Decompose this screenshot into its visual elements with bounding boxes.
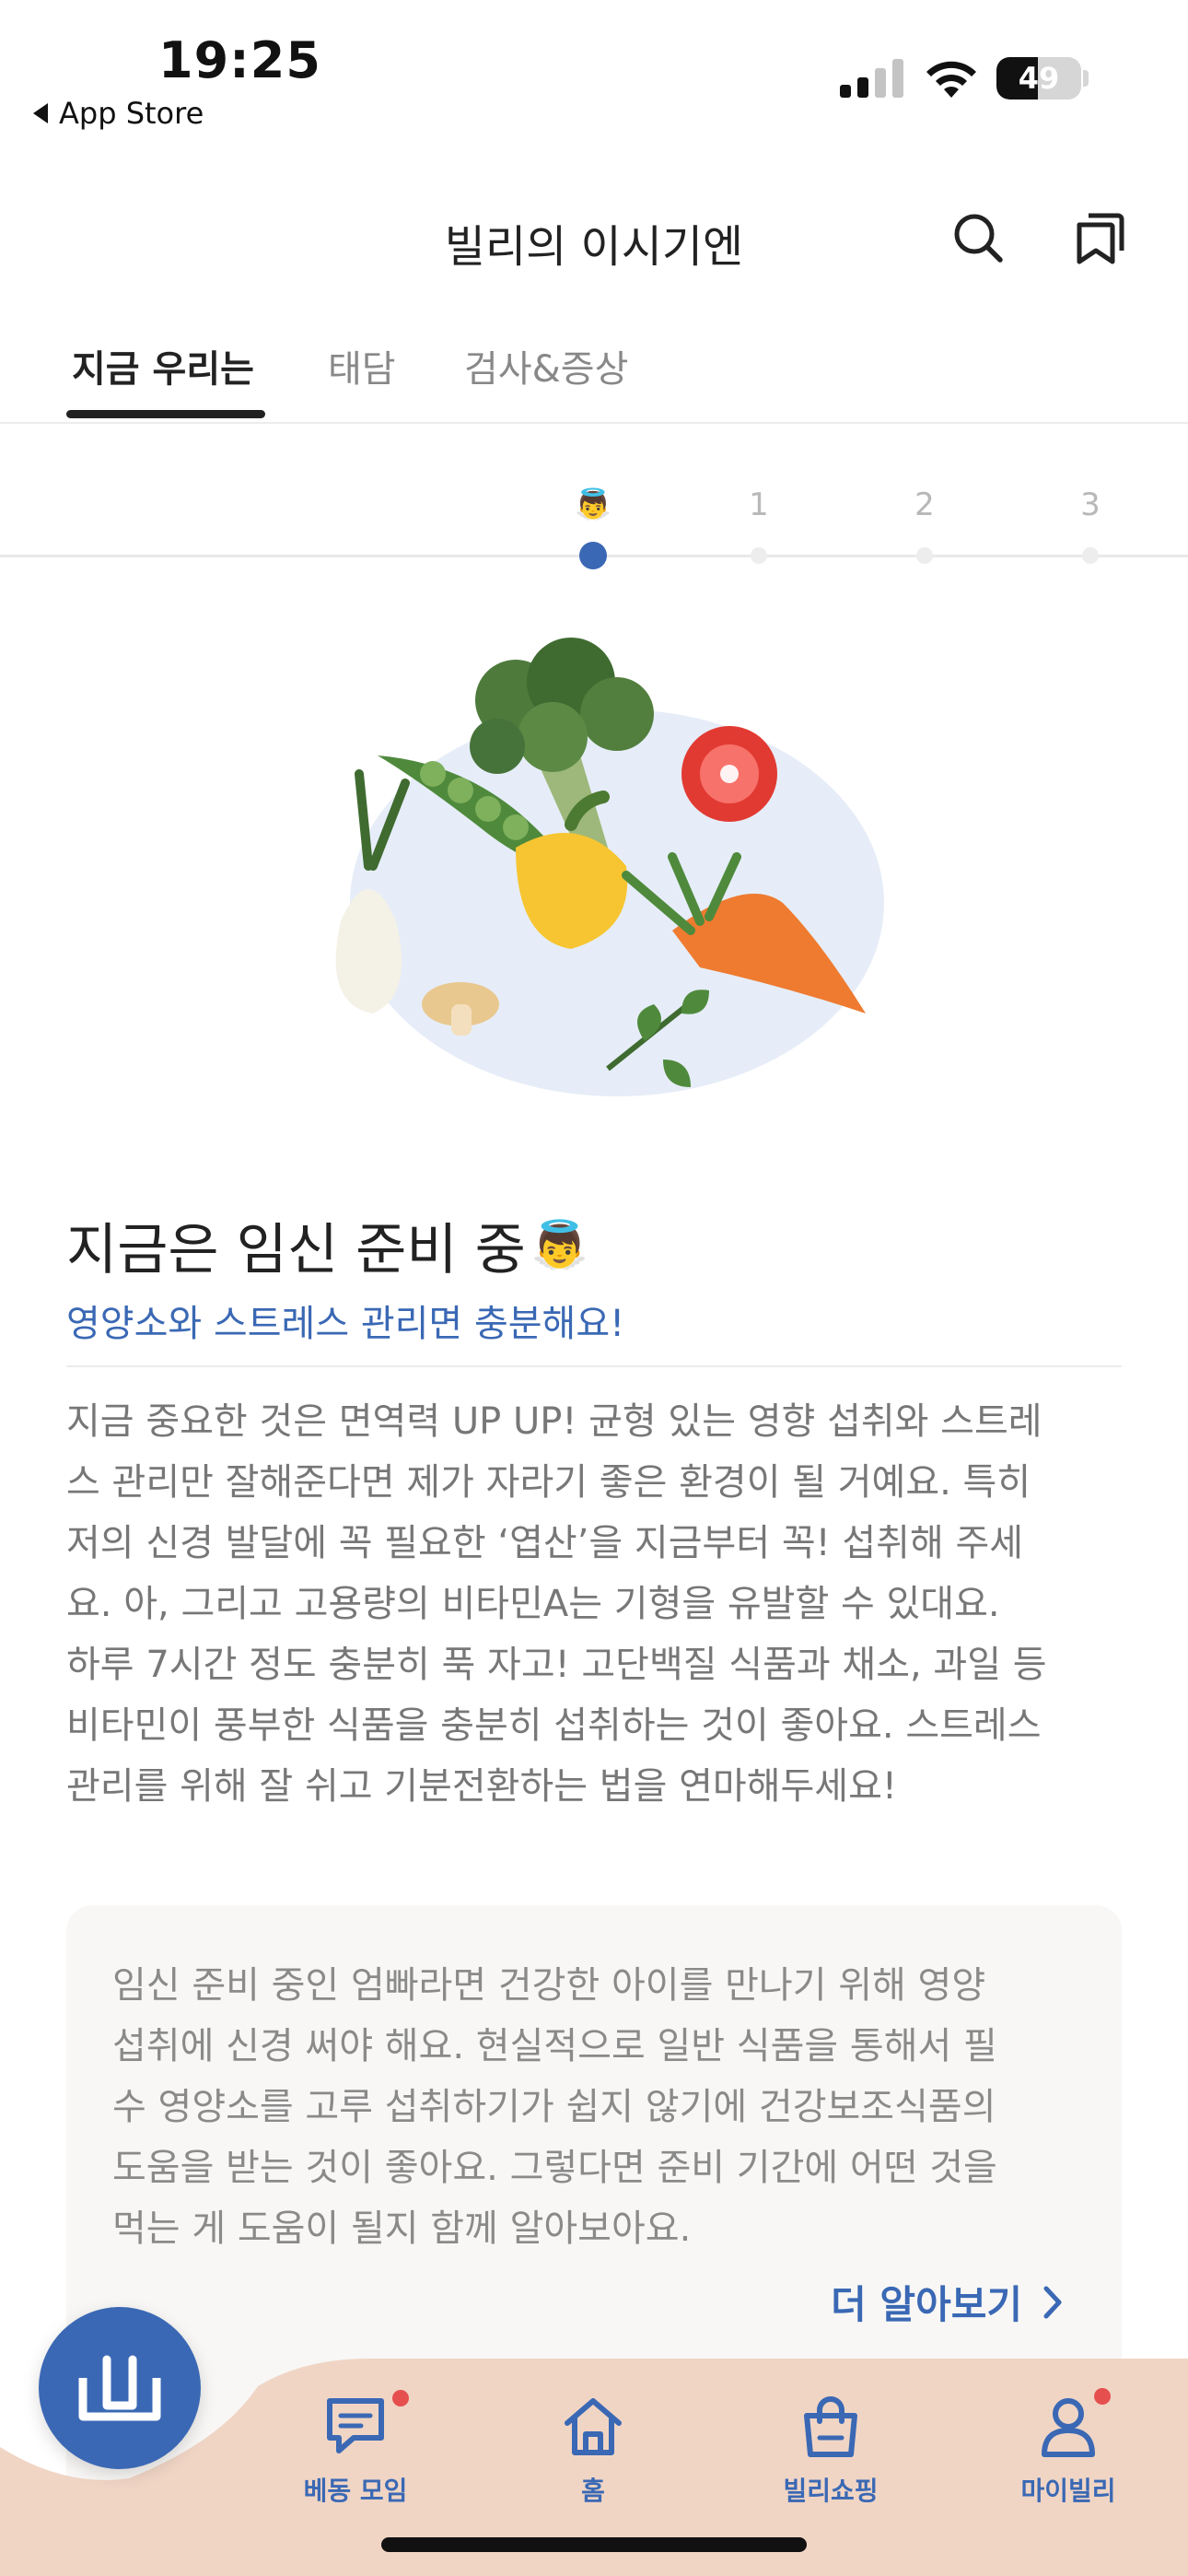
chat-icon [327, 2398, 384, 2453]
home-indicator [381, 2537, 807, 2552]
vegetables-illustration [335, 638, 884, 1096]
status-bar: 19:25 App Store 49 [0, 0, 1188, 157]
stage-subheading: 영양소와 스트레스 관리면 충분해요! [66, 1303, 625, 1345]
home-icon [565, 2398, 622, 2455]
timeline-dot [751, 547, 767, 564]
learn-more-label: 더 알아보기 [831, 2282, 1022, 2327]
notification-badge [1094, 2388, 1111, 2405]
week-timeline[interactable]: 👼 1 2 3 [0, 479, 1188, 571]
nav-shopping-label: 빌리쇼핑 [783, 2476, 879, 2506]
timeline-step-1[interactable]: 1 [731, 486, 786, 523]
active-tab-indicator [66, 410, 265, 418]
back-label: App Store [59, 96, 204, 131]
timeline-dot-active [579, 542, 607, 569]
timeline-step-2[interactable]: 2 [897, 486, 952, 523]
divider [66, 1365, 1122, 1367]
shopping-bag-icon [804, 2396, 857, 2457]
chevron-right-icon [1043, 2286, 1062, 2318]
tab-prenatal-talk[interactable]: 태담 [328, 339, 396, 392]
angel-emoji-icon: 👼 [530, 1218, 589, 1271]
nav-home-label: 홈 [581, 2476, 605, 2506]
timeline-dot [1082, 547, 1099, 564]
battery-icon: 49 [996, 57, 1081, 100]
stage-description: 지금 중요한 것은 면역력 UP UP! 균형 있는 영향 섭취와 스트레 스 … [66, 1400, 1047, 1808]
nav-my-page[interactable]: 마이빌리 [976, 2388, 1160, 2508]
stage-heading-text: 지금은 임신 준비 중 [66, 1218, 526, 1282]
battery-level: 49 [1018, 61, 1060, 96]
timeline-step-angel[interactable]: 👼 [565, 486, 621, 521]
tab-bar: 지금 우리는 태담 검사&증상 [0, 332, 1188, 424]
tab-now[interactable]: 지금 우리는 [72, 339, 254, 392]
cellular-signal-icon [840, 59, 903, 98]
nav-community[interactable]: 베동 모임 [263, 2390, 448, 2508]
nav-shopping[interactable]: 빌리쇼핑 [739, 2394, 923, 2508]
notification-badge [392, 2390, 409, 2406]
status-time: 19:25 [158, 31, 321, 89]
tab-tests-symptoms[interactable]: 검사&증상 [464, 339, 628, 392]
nav-community-label: 베동 모임 [303, 2476, 408, 2506]
learn-more-link[interactable]: 더 알아보기 [831, 2274, 1063, 2330]
wifi-icon [926, 61, 976, 98]
user-icon [1042, 2398, 1095, 2457]
timeline-dot [916, 547, 933, 564]
search-icon[interactable] [949, 208, 1007, 267]
nav-my-page-label: 마이빌리 [1020, 2476, 1116, 2506]
book-fab-button[interactable] [39, 2307, 201, 2469]
page-title: 빌리의 이시기엔 [444, 221, 744, 273]
info-card-text: 임신 준비 중인 엄빠라면 건강한 아이를 만나기 위해 영양 섭취에 신경 써… [112, 1964, 997, 2250]
back-to-app-store[interactable]: App Store [33, 96, 204, 131]
back-arrow-icon [33, 103, 48, 123]
bookmark-icon[interactable] [1070, 208, 1129, 267]
timeline-step-3[interactable]: 3 [1063, 486, 1118, 523]
book-icon [78, 2355, 161, 2421]
stage-heading: 지금은 임신 준비 중 👼 [66, 1205, 588, 1285]
nav-home[interactable]: 홈 [501, 2394, 685, 2508]
